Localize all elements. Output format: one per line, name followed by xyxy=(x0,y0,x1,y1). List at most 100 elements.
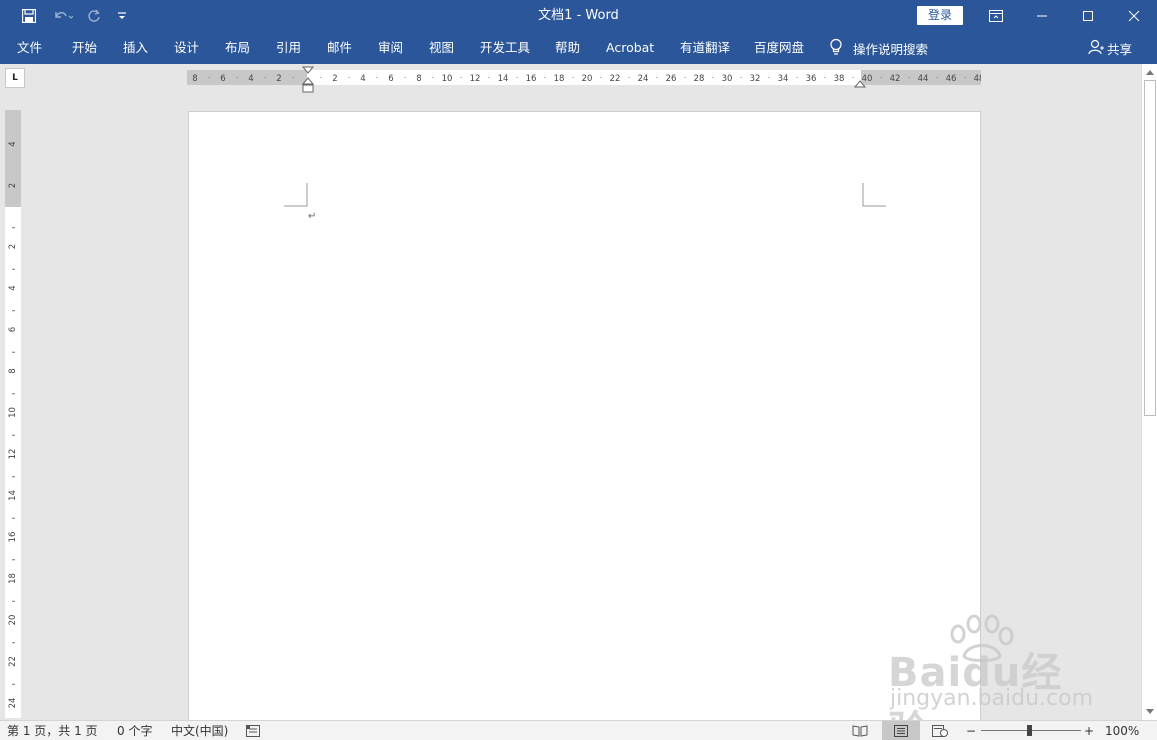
ruler-tick-label: 8 xyxy=(192,74,197,84)
ruler-tick-label: 44 xyxy=(918,74,929,84)
tab-references[interactable]: 引用 xyxy=(276,32,301,64)
ruler-tick-label: 2 xyxy=(332,74,337,84)
ruler-tick-label: 34 xyxy=(778,74,789,84)
save-icon[interactable] xyxy=(16,0,42,32)
ruler-minor-tick xyxy=(740,77,742,78)
ruler-tick-label: 20 xyxy=(8,615,18,626)
tab-file[interactable]: 文件 xyxy=(17,32,42,64)
ruler-tick-label: 32 xyxy=(750,74,761,84)
lightbulb-icon xyxy=(829,38,843,59)
top-right-margin-corner xyxy=(862,183,886,207)
tab-design[interactable]: 设计 xyxy=(174,32,199,64)
ruler-tick-label: 2 xyxy=(8,244,18,249)
vertical-scrollbar[interactable] xyxy=(1141,64,1157,720)
language-indicator[interactable]: 中文(中国) xyxy=(171,721,228,740)
person-icon xyxy=(1088,39,1104,58)
maximize-icon[interactable] xyxy=(1065,0,1111,32)
paragraph-mark: ↵ xyxy=(308,211,317,222)
web-layout-icon[interactable] xyxy=(928,721,952,740)
share-button[interactable]: 共享 xyxy=(1088,32,1132,64)
tab-mailings[interactable]: 邮件 xyxy=(327,32,352,64)
page-info[interactable]: 第 1 页，共 1 页 xyxy=(7,721,98,740)
ruler-minor-tick xyxy=(824,77,826,78)
ruler-tick-label: 12 xyxy=(470,74,481,84)
ruler-minor-tick xyxy=(236,77,238,78)
ruler-minor-tick xyxy=(544,77,546,78)
tab-home[interactable]: 开始 xyxy=(72,32,97,64)
ruler-tick-label: 28 xyxy=(694,74,705,84)
tab-acrobat[interactable]: Acrobat xyxy=(606,32,654,64)
document-page[interactable]: ↵ xyxy=(188,111,981,721)
ruler-tick-label: 18 xyxy=(554,74,565,84)
close-icon[interactable] xyxy=(1111,0,1157,32)
minimize-icon[interactable] xyxy=(1019,0,1065,32)
tell-me-label: 操作说明搜索 xyxy=(853,41,929,57)
ruler-tick-label: 6 xyxy=(8,327,18,332)
ruler-minor-tick xyxy=(628,77,630,78)
tab-selector[interactable]: L xyxy=(5,68,25,88)
ruler-tick-label: 4 xyxy=(8,285,18,290)
scroll-up-icon[interactable] xyxy=(1142,65,1157,79)
ruler-tick-label: 18 xyxy=(8,573,18,584)
undo-icon[interactable] xyxy=(48,0,78,32)
zoom-slider-thumb[interactable] xyxy=(1027,725,1032,736)
zoom-out-button[interactable]: − xyxy=(966,721,976,740)
ruler-minor-tick xyxy=(880,77,882,78)
ruler-tick-label: 36 xyxy=(806,74,817,84)
share-label: 共享 xyxy=(1107,41,1133,57)
indent-markers[interactable] xyxy=(301,66,315,94)
ruler-minor-tick xyxy=(292,77,294,78)
ruler-minor-tick xyxy=(404,77,406,78)
status-bar: 第 1 页，共 1 页 0 个字 中文(中国) − + 100% xyxy=(0,720,1157,740)
ruler-minor-tick xyxy=(572,77,574,78)
ruler-minor-tick xyxy=(460,77,462,78)
ruler-minor-tick xyxy=(320,77,322,78)
word-count[interactable]: 0 个字 xyxy=(117,721,152,740)
vertical-ruler[interactable]: 4 2 2 4 6 8 10 12 14 16 18 20 22 24 xyxy=(5,110,21,718)
ruler-tick-label: 46 xyxy=(946,74,957,84)
tab-youdao-translate[interactable]: 有道翻译 xyxy=(680,32,730,64)
customize-toolbar-icon[interactable] xyxy=(114,0,130,32)
ruler-tick-label: 24 xyxy=(638,74,649,84)
scroll-down-icon[interactable] xyxy=(1142,704,1157,718)
ruler-minor-tick xyxy=(712,77,714,78)
ruler-tick-label: 14 xyxy=(8,490,18,501)
ruler-minor-tick xyxy=(656,77,658,78)
vertical-ruler-scale: 4224681012141618202224 xyxy=(8,141,18,708)
read-mode-icon[interactable] xyxy=(848,721,872,740)
ruler-tick-label: 6 xyxy=(220,74,225,84)
tab-baidu-netdisk[interactable]: 百度网盘 xyxy=(754,32,804,64)
ruler-tick-label: 16 xyxy=(526,74,537,84)
ruler-tick-label: 6 xyxy=(388,74,393,84)
ruler-tick-label: 22 xyxy=(8,656,18,667)
ruler-tick-label: 14 xyxy=(498,74,509,84)
right-indent-marker[interactable] xyxy=(853,78,867,88)
zoom-level[interactable]: 100% xyxy=(1105,721,1139,740)
ruler-tick-label: 48 xyxy=(974,74,981,84)
login-button[interactable]: 登录 xyxy=(917,6,963,25)
ruler-minor-tick xyxy=(964,77,966,78)
tab-review[interactable]: 审阅 xyxy=(378,32,403,64)
zoom-in-button[interactable]: + xyxy=(1084,721,1094,740)
tab-view[interactable]: 视图 xyxy=(429,32,454,64)
ruler-tick-label: 4 xyxy=(248,74,253,84)
ruler-minor-tick xyxy=(432,77,434,78)
tab-insert[interactable]: 插入 xyxy=(123,32,148,64)
ruler-tick-label: 26 xyxy=(666,74,677,84)
redo-icon[interactable] xyxy=(84,0,104,32)
macro-record-icon[interactable] xyxy=(244,721,262,740)
ruler-minor-tick xyxy=(348,77,350,78)
ruler-tick-label: 20 xyxy=(582,74,593,84)
tab-layout[interactable]: 布局 xyxy=(225,32,250,64)
ruler-minor-tick xyxy=(376,77,378,78)
tab-help[interactable]: 帮助 xyxy=(555,32,580,64)
ribbon-display-options-icon[interactable] xyxy=(973,0,1019,32)
ruler-tick-label: 10 xyxy=(8,407,18,418)
ruler-tick-label: 10 xyxy=(442,74,453,84)
ruler-minor-tick xyxy=(208,77,210,78)
scrollbar-thumb[interactable] xyxy=(1144,80,1156,416)
tell-me-search[interactable]: 操作说明搜索 xyxy=(829,32,928,64)
print-layout-icon[interactable] xyxy=(882,721,920,740)
tab-developer[interactable]: 开发工具 xyxy=(480,32,530,64)
ruler-tick-label: 8 xyxy=(8,368,18,373)
